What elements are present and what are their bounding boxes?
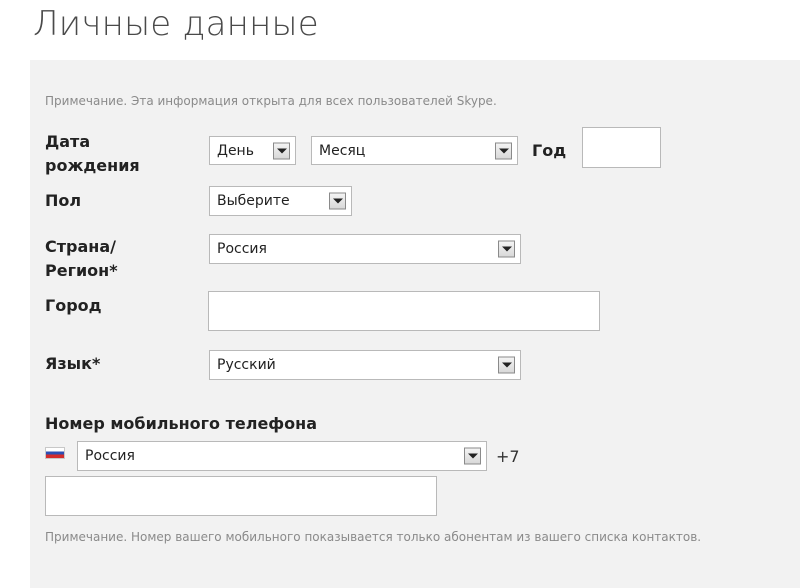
birth-date-label-line1: Дата <box>45 132 91 151</box>
chevron-down-icon[interactable] <box>329 192 346 210</box>
language-select[interactable]: Русский <box>209 350 521 380</box>
note-mobile-visibility: Примечание. Номер вашего мобильного пока… <box>45 530 702 544</box>
city-label: Город <box>45 296 102 315</box>
city-input[interactable] <box>208 291 600 331</box>
mobile-number-input[interactable] <box>45 476 437 516</box>
birth-date-label-line2: рождения <box>45 156 140 175</box>
country-select-value: Россия <box>217 241 267 257</box>
month-select-value: Месяц <box>319 142 366 159</box>
year-label: Год <box>532 141 567 160</box>
language-label: Язык* <box>45 354 101 373</box>
language-select-value: Русский <box>217 357 276 373</box>
country-select[interactable]: Россия <box>209 234 521 264</box>
country-label-line2: Регион* <box>45 261 118 280</box>
day-select-value: День <box>217 142 254 159</box>
note-public-info: Примечание. Эта информация открыта для в… <box>45 94 497 108</box>
page-title: Личные данные <box>33 4 319 44</box>
year-input[interactable] <box>582 127 661 168</box>
chevron-down-icon[interactable] <box>464 447 481 465</box>
phone-country-select[interactable]: Россия <box>77 441 487 471</box>
country-label: Страна/ Регион* <box>45 235 118 283</box>
chevron-down-icon[interactable] <box>273 142 290 159</box>
gender-select[interactable]: Выберите <box>209 186 352 216</box>
russia-flag-icon <box>45 447 65 459</box>
mobile-phone-label: Номер мобильного телефона <box>45 414 318 433</box>
birth-date-label: Дата рождения <box>45 130 140 178</box>
chevron-down-icon[interactable] <box>495 142 512 159</box>
phone-country-select-value: Россия <box>85 448 135 464</box>
phone-country-code: +7 <box>496 447 520 466</box>
chevron-down-icon[interactable] <box>498 240 515 258</box>
country-label-line1: Страна/ <box>45 237 116 256</box>
day-select[interactable]: День <box>209 136 296 165</box>
chevron-down-icon[interactable] <box>498 356 515 374</box>
gender-select-value: Выберите <box>217 193 290 209</box>
gender-label: Пол <box>45 191 82 210</box>
month-select[interactable]: Месяц <box>311 136 518 165</box>
